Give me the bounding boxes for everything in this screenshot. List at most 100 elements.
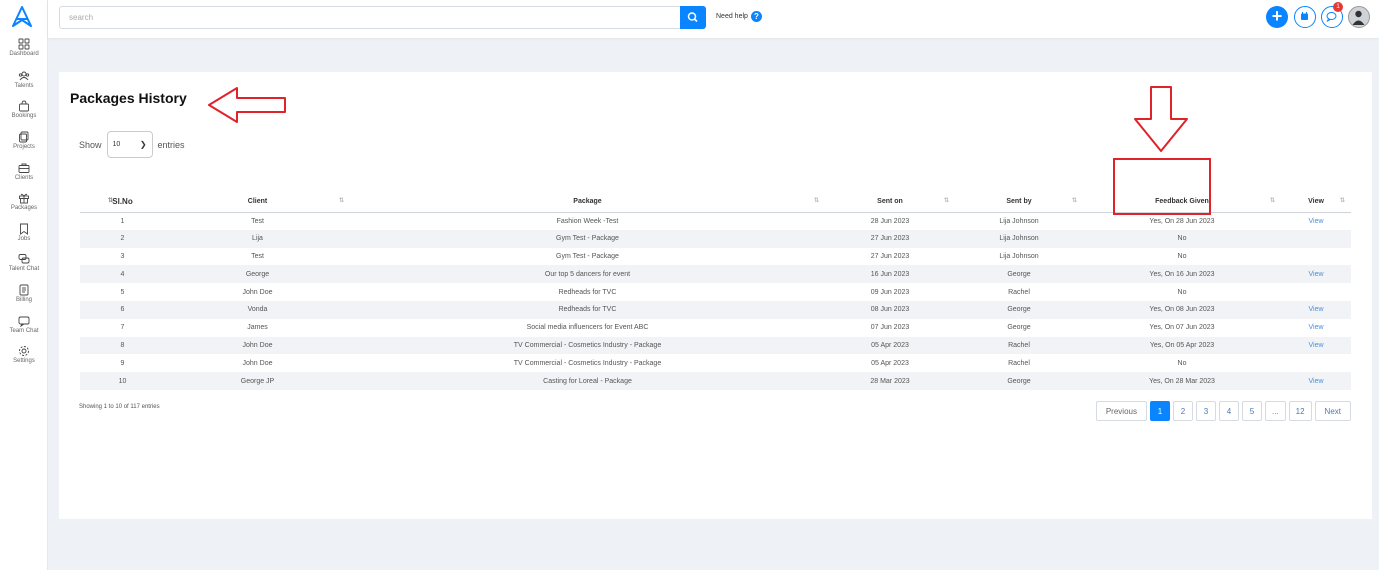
search-icon	[687, 12, 698, 23]
sort-icon: ⇅	[338, 198, 344, 204]
view-link[interactable]: View	[1308, 271, 1323, 278]
cell-view: View	[1281, 301, 1351, 319]
annotation-highlight-box	[1113, 158, 1211, 215]
user-avatar[interactable]	[1348, 6, 1370, 28]
cell-no: 3	[120, 252, 125, 260]
view-link[interactable]: View	[1308, 218, 1323, 225]
cell-package: Fashion Week -Test	[556, 217, 619, 225]
sidebar-item-settings[interactable]: Settings	[0, 345, 48, 364]
cell-no: 10	[118, 377, 127, 385]
cell-client: John Doe	[242, 341, 273, 349]
cell-client: James	[247, 324, 268, 332]
show-label: Show	[79, 139, 102, 150]
page-button-2[interactable]: 2	[1172, 401, 1193, 421]
sidebar-item-projects[interactable]: Projects	[0, 131, 48, 150]
cell-sent-on: 27 Jun 2023	[870, 252, 910, 260]
view-link[interactable]: View	[1308, 378, 1323, 385]
calendar-button[interactable]	[1294, 6, 1316, 28]
sidebar-item-talents[interactable]: Talents	[0, 70, 48, 89]
briefcase-icon	[18, 163, 30, 173]
view-link[interactable]: View	[1308, 342, 1323, 349]
table-row: 3 Test Gym Test - Package 27 Jun 2023 Lija J…	[80, 247, 1351, 266]
users-icon	[18, 71, 30, 81]
cell-sent-by: Lija Johnson	[999, 252, 1039, 260]
sidebar-item-talent-chat[interactable]: Talent Chat	[0, 253, 48, 272]
cell-package: Casting for Loreal - Package	[543, 377, 632, 385]
cell-no: 8	[120, 341, 125, 349]
cell-package: TV Commercial - Cosmetics Industry - Pac…	[513, 341, 662, 349]
brand-logo[interactable]	[11, 6, 33, 28]
cell-feedback: Yes, On 28 Mar 2023	[1149, 377, 1215, 385]
page-button-1[interactable]: 1	[1149, 401, 1170, 421]
table-row: 10 George JP Casting for Loreal - Package 2…	[80, 372, 1351, 390]
sidebar-item-dashboard[interactable]: Dashboard	[0, 38, 48, 57]
document-icon	[19, 284, 29, 296]
cell-client: Test	[251, 217, 264, 225]
cell-feedback: Yes, On 08 Jun 2023	[1149, 306, 1215, 314]
previous-page-button[interactable]: Previous	[1095, 401, 1147, 421]
sidebar-item-jobs[interactable]: Jobs	[0, 223, 48, 242]
sidebar-item-label: Bookings	[11, 113, 37, 119]
table-row: 2 Lija Gym Test - Package 27 Jun 2023 Lija J…	[80, 229, 1351, 248]
sidebar-item-bookings[interactable]: Bookings	[0, 100, 48, 119]
sidebar-item-label: Settings	[13, 358, 35, 364]
sidebar-item-packages[interactable]: Packages	[0, 192, 48, 211]
cell-package: TV Commercial - Cosmetics Industry - Pac…	[513, 359, 662, 367]
sidebar-item-label: Projects	[13, 144, 35, 150]
need-help-link[interactable]: Need help ?	[716, 11, 762, 22]
cell-package: Gym Test - Package	[556, 235, 619, 243]
column-header-view[interactable]: View ⇅	[1281, 192, 1351, 213]
table-row: 7 James Social media influencers for Event…	[80, 318, 1351, 337]
column-header-slno[interactable]: Sl.No ⇅	[80, 192, 165, 213]
entries-label: entries	[157, 139, 185, 150]
sort-asc-icon: ⇅	[107, 198, 113, 204]
pagination-ellipsis[interactable]: ...	[1264, 401, 1286, 421]
cell-feedback: No	[1177, 359, 1187, 367]
view-link[interactable]: View	[1308, 324, 1323, 331]
cell-sent-by: Rachel	[1008, 341, 1030, 349]
column-header-client[interactable]: Client ⇅	[165, 192, 350, 213]
sort-icon: ⇅	[1339, 198, 1345, 204]
cell-sent-on: 05 Apr 2023	[871, 359, 909, 367]
need-help-label: Need help	[716, 13, 748, 20]
sidebar-item-clients[interactable]: Clients	[0, 162, 48, 181]
cell-client: Vonda	[247, 306, 268, 314]
cell-no: 6	[120, 306, 125, 314]
showing-entries-info: Showing 1 to 10 of 117 entries	[79, 404, 160, 410]
cell-no: 4	[120, 270, 125, 278]
cell-client: Test	[251, 252, 264, 260]
sort-icon: ⇅	[943, 198, 949, 204]
bookmark-icon	[20, 223, 28, 235]
cell-view	[1281, 354, 1351, 372]
column-header-sent-on[interactable]: Sent on ⇅	[825, 192, 955, 213]
notification-badge: 1	[1333, 2, 1343, 12]
page-button-4[interactable]: 4	[1218, 401, 1239, 421]
next-page-button[interactable]: Next	[1314, 401, 1351, 421]
cell-sent-on: 08 Jun 2023	[870, 306, 910, 314]
sort-icon: ⇅	[1269, 198, 1275, 204]
page-button-12[interactable]: 12	[1288, 401, 1312, 421]
cell-sent-on: 07 Jun 2023	[870, 324, 910, 332]
table-row: 4 George Our top 5 dancers for event 16 Jun…	[80, 265, 1351, 284]
cell-view: View	[1281, 319, 1351, 337]
sidebar-item-billing[interactable]: Billing	[0, 284, 48, 303]
view-link[interactable]: View	[1308, 306, 1323, 313]
cell-view: View	[1281, 337, 1351, 355]
sidebar-item-label: Team Chat	[9, 328, 39, 334]
column-header-sent-by[interactable]: Sent by ⇅	[955, 192, 1083, 213]
add-button[interactable]: +	[1266, 6, 1288, 28]
cell-sent-by: George	[1007, 324, 1031, 332]
copy-icon	[19, 131, 29, 143]
page-button-3[interactable]: 3	[1195, 401, 1216, 421]
column-header-package[interactable]: Package ⇅	[350, 192, 825, 213]
sidebar-item-label: Packages	[10, 205, 38, 211]
entries-select[interactable]: 10 ❯	[106, 131, 153, 158]
sidebar-item-team-chat[interactable]: Team Chat	[0, 315, 48, 334]
pagination: Previous 1 2 3 4 5... 12 Next	[1095, 401, 1351, 421]
cell-feedback: No	[1177, 235, 1187, 243]
search-button[interactable]	[680, 6, 706, 29]
page-button-5[interactable]: 5	[1241, 401, 1262, 421]
search-input[interactable]: search	[59, 6, 681, 29]
cell-sent-by: George	[1007, 377, 1031, 385]
cell-view	[1281, 248, 1351, 266]
